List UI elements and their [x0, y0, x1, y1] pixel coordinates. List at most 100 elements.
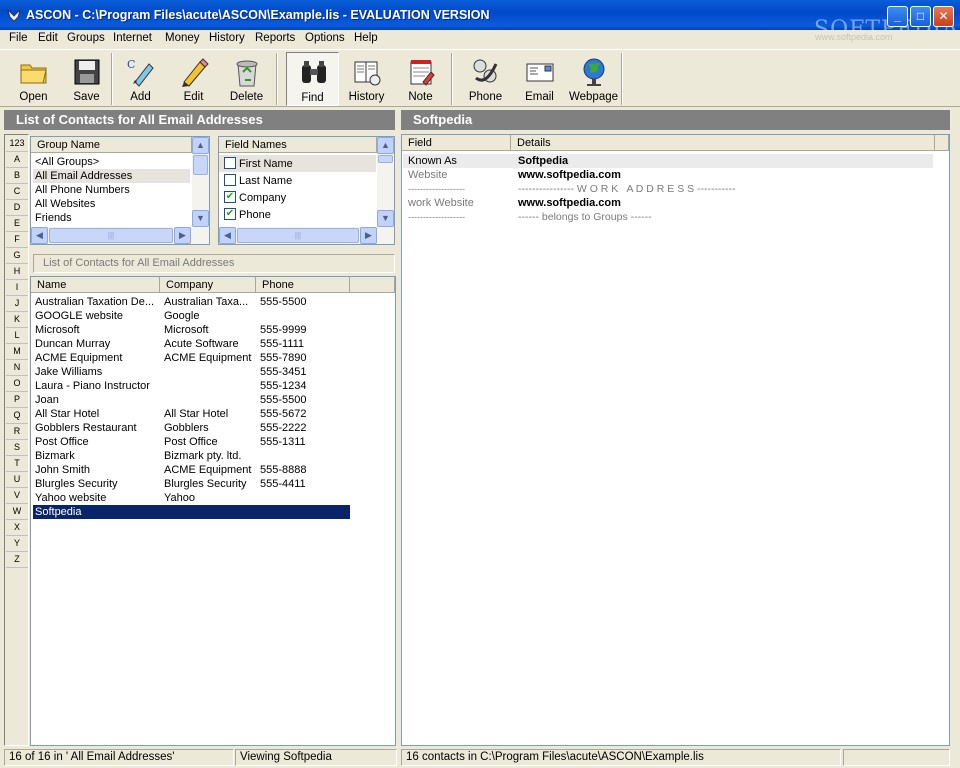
table-row[interactable]: All Star Hotel All Star Hotel 555-5672	[33, 407, 350, 421]
alpha-index-s[interactable]: S	[6, 440, 28, 456]
alpha-index-123[interactable]: 123	[6, 136, 28, 152]
table-row[interactable]: Laura - Piano Instructor 555-1234	[33, 379, 350, 393]
scroll-down-button[interactable]: ▼	[192, 210, 209, 227]
group-item[interactable]: All Websites	[33, 197, 190, 211]
alpha-index-f[interactable]: F	[6, 232, 28, 248]
table-row[interactable]: Duncan Murray Acute Software 555-1111	[33, 337, 350, 351]
field-item[interactable]: ✔ Phone	[219, 206, 376, 223]
scroll-down-button[interactable]: ▼	[377, 210, 394, 227]
alpha-index-v[interactable]: V	[6, 488, 28, 504]
alpha-index-a[interactable]: A	[6, 152, 28, 168]
open-button[interactable]: Open	[7, 52, 60, 106]
scroll-thumb[interactable]: |||	[49, 228, 173, 243]
group-name-column[interactable]: Group Name	[31, 137, 192, 153]
alpha-index-i[interactable]: I	[6, 280, 28, 296]
alpha-index-p[interactable]: P	[6, 392, 28, 408]
phone-button[interactable]: Phone	[459, 52, 512, 106]
menu-internet[interactable]: Internet	[113, 32, 152, 44]
group-item[interactable]: All Email Addresses	[33, 169, 190, 183]
table-row[interactable]: Bizmark Bizmark pty. ltd.	[33, 449, 350, 463]
group-item[interactable]: <All Groups>	[33, 155, 190, 169]
contact-details-table[interactable]: Field Details Known As Softpedia Website ww…	[401, 134, 950, 746]
menu-money[interactable]: Money	[165, 32, 200, 44]
alpha-index-k[interactable]: K	[6, 312, 28, 328]
checkbox-unchecked[interactable]	[224, 174, 236, 186]
alpha-index-j[interactable]: J	[6, 296, 28, 312]
find-button[interactable]: Find	[286, 52, 339, 106]
scroll-right-button[interactable]: ▶	[360, 227, 377, 244]
groups-list[interactable]: Group Name <All Groups> All Email Address…	[30, 136, 210, 245]
detail-row[interactable]: Known As Softpedia	[403, 154, 933, 168]
name-column-header[interactable]: Name	[31, 277, 160, 293]
table-row[interactable]: Post Office Post Office 555-1311	[33, 435, 350, 449]
table-row[interactable]: Microsoft Microsoft 555-9999	[33, 323, 350, 337]
scroll-left-button[interactable]: ◀	[219, 227, 236, 244]
table-row[interactable]: Joan 555-5500	[33, 393, 350, 407]
close-button[interactable]: ✕	[933, 6, 954, 27]
groups-vertical-scrollbar[interactable]: ▲ ▼	[192, 137, 209, 227]
alpha-index-o[interactable]: O	[6, 376, 28, 392]
menu-file[interactable]: File	[9, 32, 28, 44]
table-row[interactable]: Yahoo website Yahoo	[33, 491, 350, 505]
scroll-thumb[interactable]	[193, 155, 208, 175]
menu-history[interactable]: History	[209, 32, 245, 44]
save-button[interactable]: Save	[60, 52, 113, 106]
email-button[interactable]: Email	[513, 52, 566, 106]
history-button[interactable]: History	[340, 52, 393, 106]
checkbox-checked[interactable]: ✔	[224, 208, 236, 220]
group-item[interactable]: Friends	[33, 211, 190, 225]
alpha-index-y[interactable]: Y	[6, 536, 28, 552]
scroll-thumb[interactable]: |||	[237, 228, 359, 243]
scroll-up-button[interactable]: ▲	[377, 137, 394, 154]
company-column-header[interactable]: Company	[160, 277, 256, 293]
alpha-index-n[interactable]: N	[6, 360, 28, 376]
alpha-index-h[interactable]: H	[6, 264, 28, 280]
alpha-index-u[interactable]: U	[6, 472, 28, 488]
field-item[interactable]: First Name	[219, 155, 376, 172]
scroll-left-button[interactable]: ◀	[31, 227, 48, 244]
detail-row[interactable]: work Website www.softpedia.com	[403, 196, 933, 210]
alpha-index-r[interactable]: R	[6, 424, 28, 440]
phone-column-header[interactable]: Phone	[256, 277, 350, 293]
alpha-index-w[interactable]: W	[6, 504, 28, 520]
alpha-index-e[interactable]: E	[6, 216, 28, 232]
table-row[interactable]: GOOGLE website Google	[33, 309, 350, 323]
table-row[interactable]: Blurgles Security Blurgles Security 555-44…	[33, 477, 350, 491]
alpha-index-z[interactable]: Z	[6, 552, 28, 568]
alpha-index-b[interactable]: B	[6, 168, 28, 184]
details-column-header[interactable]: Details	[511, 135, 935, 151]
menu-edit[interactable]: Edit	[38, 32, 58, 44]
alpha-index-x[interactable]: X	[6, 520, 28, 536]
maximize-button[interactable]: □	[910, 6, 931, 27]
scroll-right-button[interactable]: ▶	[174, 227, 191, 244]
webpage-button[interactable]: Webpage	[567, 52, 620, 106]
menu-groups[interactable]: Groups	[67, 32, 105, 44]
alpha-index-q[interactable]: Q	[6, 408, 28, 424]
field-item[interactable]: ✔ Company	[219, 189, 376, 206]
table-row[interactable]: ACME Equipment ACME Equipment 555-7890	[33, 351, 350, 365]
alpha-index-d[interactable]: D	[6, 200, 28, 216]
groups-horizontal-scrollbar[interactable]: ◀ ||| ▶	[31, 227, 209, 244]
fields-vertical-scrollbar[interactable]: ▲ ▼	[377, 137, 394, 227]
table-row[interactable]: John Smith ACME Equipment 555-8888	[33, 463, 350, 477]
alpha-index-g[interactable]: G	[6, 248, 28, 264]
add-button[interactable]: C Add	[114, 52, 167, 106]
alpha-index-l[interactable]: L	[6, 328, 28, 344]
checkbox-unchecked[interactable]	[224, 157, 236, 169]
group-item[interactable]: All Phone Numbers	[33, 183, 190, 197]
detail-row[interactable]: ------------------- ------ belongs to Gro…	[403, 210, 933, 224]
fields-horizontal-scrollbar[interactable]: ◀ ||| ▶	[219, 227, 394, 244]
checkbox-checked[interactable]: ✔	[224, 191, 236, 203]
menu-reports[interactable]: Reports	[255, 32, 295, 44]
table-row[interactable]: Softpedia	[32, 504, 351, 520]
detail-row[interactable]: Website www.softpedia.com	[403, 168, 933, 182]
alpha-index-t[interactable]: T	[6, 456, 28, 472]
table-row[interactable]: Gobblers Restaurant Gobblers 555-2222	[33, 421, 350, 435]
minimize-button[interactable]: _	[887, 6, 908, 27]
table-row[interactable]: Jake Williams 555-3451	[33, 365, 350, 379]
field-names-list[interactable]: Field Names First Name Last Name ✔ Company ✔…	[218, 136, 395, 245]
table-row[interactable]: Australian Taxation De... Australian Taxa…	[33, 295, 350, 309]
menu-help[interactable]: Help	[354, 32, 378, 44]
delete-button[interactable]: Delete	[220, 52, 273, 106]
detail-row[interactable]: ------------------- ---------------- W O …	[403, 182, 933, 196]
